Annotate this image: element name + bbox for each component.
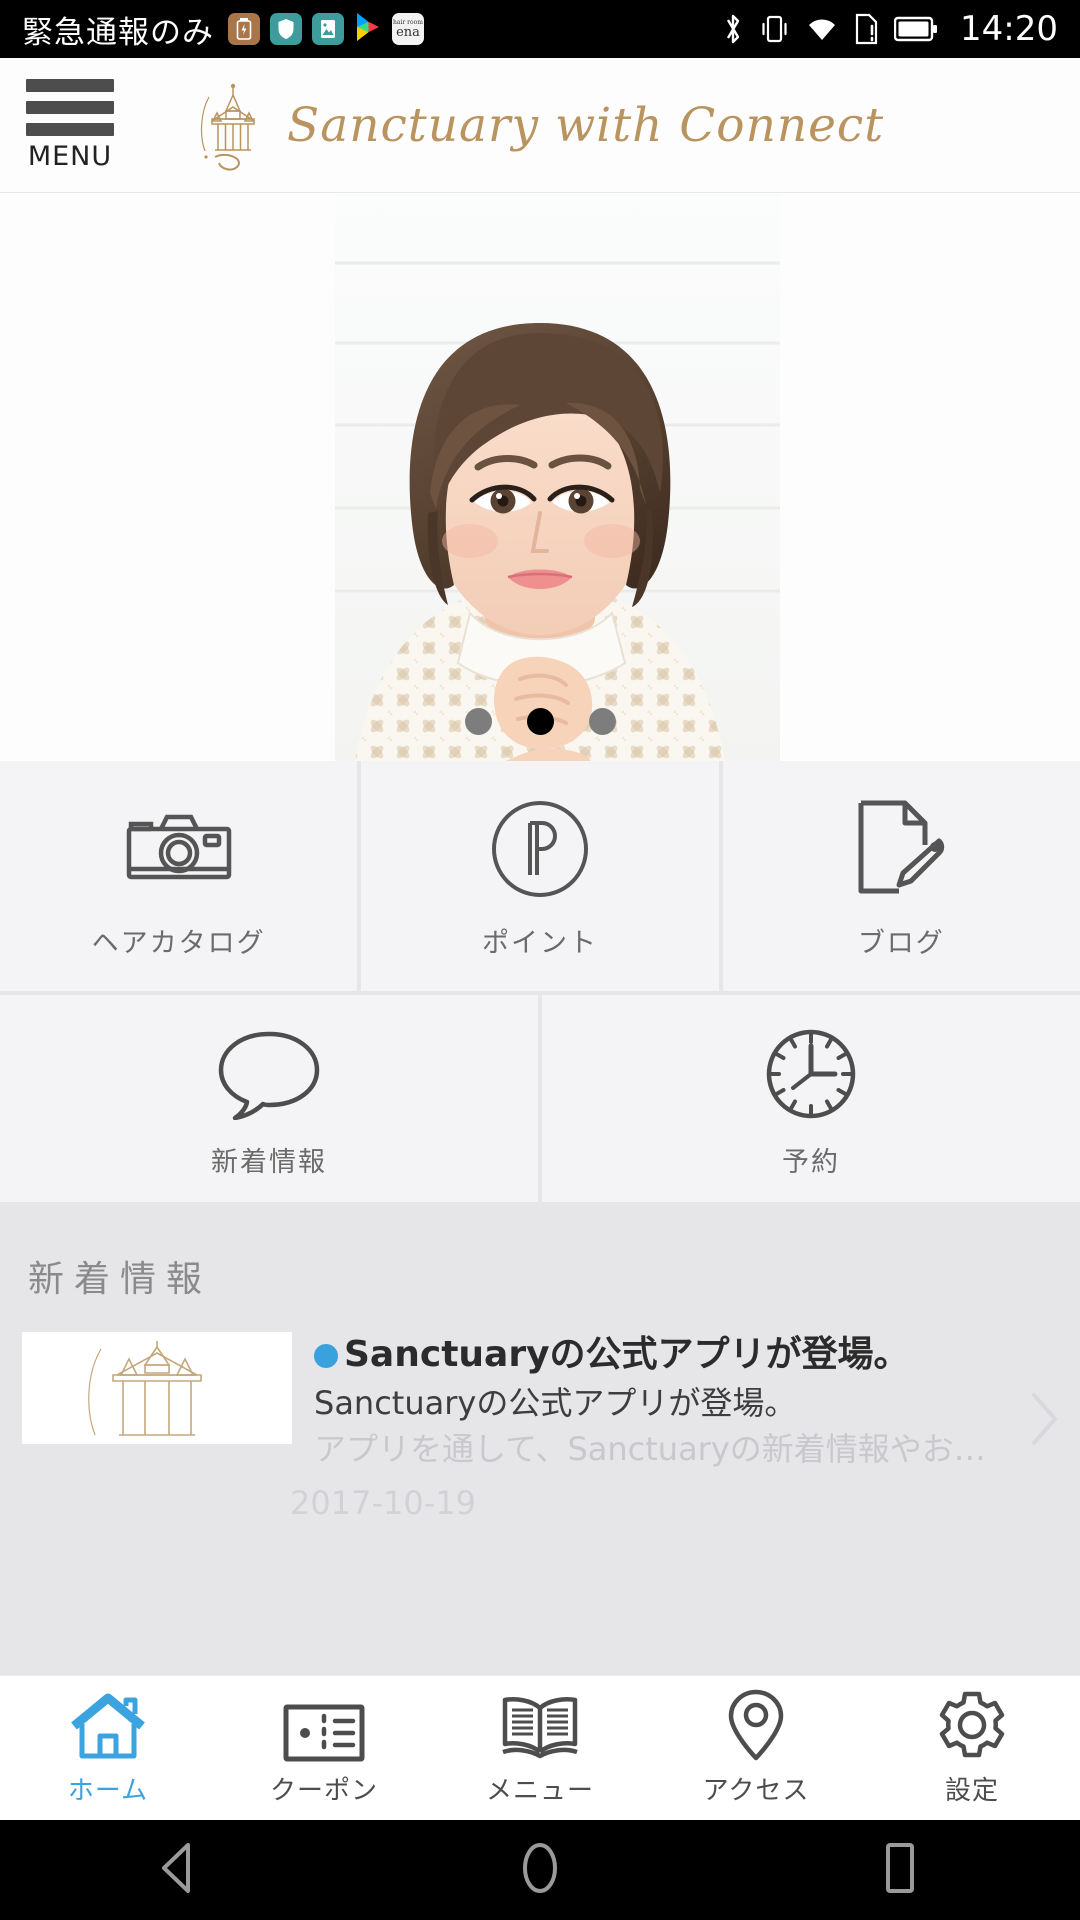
back-triangle-icon bbox=[154, 1840, 206, 1900]
clock-icon bbox=[761, 1018, 861, 1130]
news-headline-row: Sanctuaryの公式アプリが登場。 bbox=[314, 1332, 1010, 1377]
tab-label: クーポン bbox=[269, 1775, 378, 1806]
app-header: MENU Sanctuary with Connect bbox=[0, 58, 1080, 193]
grid-item-point[interactable]: ポイント bbox=[361, 761, 719, 991]
tab-settings[interactable]: 設定 bbox=[864, 1690, 1080, 1807]
news-headline: Sanctuaryの公式アプリが登場。 bbox=[344, 1334, 910, 1375]
status-app-icons: hair room ena bbox=[228, 11, 424, 47]
play-store-icon bbox=[354, 11, 382, 47]
tab-label: アクセス bbox=[702, 1775, 810, 1806]
coupon-ticket-icon bbox=[283, 1690, 365, 1762]
gear-icon bbox=[936, 1690, 1008, 1762]
news-excerpt-line-2: アプリを通して、Sanctuaryの新着情報やお… bbox=[314, 1429, 986, 1468]
slider-dot-2[interactable] bbox=[526, 708, 554, 735]
clock-label: 14:20 bbox=[960, 9, 1058, 49]
point-circle-p-icon bbox=[490, 793, 590, 905]
hero-slider[interactable] bbox=[0, 193, 1080, 761]
home-circle-icon bbox=[513, 1839, 567, 1901]
carrier-label: 緊急通報のみ bbox=[22, 14, 214, 51]
vibrate-icon bbox=[760, 11, 790, 47]
news-excerpt-line-1: Sanctuaryの公式アプリが登場。 bbox=[314, 1384, 797, 1422]
grid-item-hair-catalog[interactable]: ヘアカタログ bbox=[0, 761, 358, 991]
speech-bubble-icon bbox=[215, 1018, 323, 1130]
map-pin-icon bbox=[725, 1689, 787, 1762]
tab-label: 設定 bbox=[944, 1775, 999, 1806]
phone-screen: 緊急通報のみ hair room ena 14:20 MENU Sanctuar… bbox=[0, 0, 1080, 1920]
grid-item-reservation[interactable]: 予約 bbox=[542, 995, 1080, 1202]
news-list-item[interactable]: Sanctuaryの公式アプリが登場。 Sanctuaryの公式アプリが登場。 … bbox=[0, 1332, 1080, 1470]
home-icon bbox=[70, 1690, 146, 1762]
grid-label: 予約 bbox=[782, 1147, 840, 1178]
back-button[interactable] bbox=[120, 1840, 240, 1900]
status-bar: 緊急通報のみ hair room ena 14:20 bbox=[0, 0, 1080, 58]
grid-row-2: 新着情報 予約 bbox=[0, 995, 1080, 1206]
tab-menu[interactable]: メニュー bbox=[432, 1690, 648, 1807]
news-text-block: Sanctuaryの公式アプリが登場。 Sanctuaryの公式アプリが登場。 … bbox=[292, 1332, 1070, 1470]
chevron-right-icon bbox=[1028, 1390, 1062, 1448]
bluetooth-icon bbox=[720, 11, 746, 47]
status-right-icons: 14:20 bbox=[720, 9, 1058, 49]
brand-logo-text: Sanctuary with Connect bbox=[287, 97, 885, 153]
home-button[interactable] bbox=[480, 1839, 600, 1901]
news-section-title: 新着情報 bbox=[28, 1259, 213, 1300]
slider-dots[interactable] bbox=[0, 708, 1080, 735]
brand-logo[interactable]: Sanctuary with Connect bbox=[140, 77, 1080, 173]
tab-label: メニュー bbox=[485, 1775, 594, 1806]
document-pencil-icon bbox=[853, 793, 949, 905]
news-thumbnail bbox=[22, 1332, 292, 1444]
grid-label: 新着情報 bbox=[211, 1147, 327, 1178]
tab-access[interactable]: アクセス bbox=[648, 1689, 864, 1807]
hero-image bbox=[0, 193, 1080, 761]
open-book-icon bbox=[499, 1690, 581, 1762]
grid-label: ポイント bbox=[481, 927, 598, 959]
bottom-tab-bar: ホーム クーポン メニュー アクセス 設定 bbox=[0, 1675, 1080, 1820]
battery-icon bbox=[894, 15, 938, 43]
menu-button[interactable]: MENU bbox=[0, 78, 140, 172]
wifi-icon bbox=[804, 14, 840, 44]
tab-home[interactable]: ホーム bbox=[0, 1690, 216, 1807]
tab-label: ホーム bbox=[67, 1775, 149, 1806]
grid-label: ヘアカタログ bbox=[91, 927, 266, 959]
tab-coupon[interactable]: クーポン bbox=[216, 1690, 432, 1807]
shield-app-icon bbox=[270, 13, 302, 45]
news-date: 2017-10-19 bbox=[290, 1484, 476, 1523]
news-bullet-icon bbox=[314, 1344, 338, 1368]
android-navigation-bar bbox=[0, 1820, 1080, 1920]
slider-dot-1[interactable] bbox=[464, 708, 492, 735]
recents-square-icon bbox=[878, 1840, 922, 1900]
menu-label: MENU bbox=[27, 140, 113, 172]
grid-item-blog[interactable]: ブログ bbox=[722, 761, 1080, 991]
ena-main-label: ena bbox=[396, 24, 420, 40]
hamburger-icon bbox=[26, 78, 114, 136]
temple-logo-icon bbox=[185, 77, 281, 173]
recents-button[interactable] bbox=[840, 1840, 960, 1900]
camera-icon bbox=[125, 793, 233, 905]
quick-menu-grid: ヘアカタログ ポイント ブログ 新着情報 予約 bbox=[0, 761, 1080, 1206]
grid-item-news[interactable]: 新着情報 bbox=[0, 995, 538, 1202]
grid-row-1: ヘアカタログ ポイント ブログ bbox=[0, 761, 1080, 995]
ena-app-icon: hair room ena bbox=[392, 13, 424, 45]
sim-card-icon bbox=[854, 12, 880, 46]
battery-app-icon bbox=[228, 13, 260, 45]
slider-dot-3[interactable] bbox=[588, 708, 616, 735]
gallery-app-icon bbox=[312, 13, 344, 45]
grid-label: ブログ bbox=[857, 927, 945, 959]
